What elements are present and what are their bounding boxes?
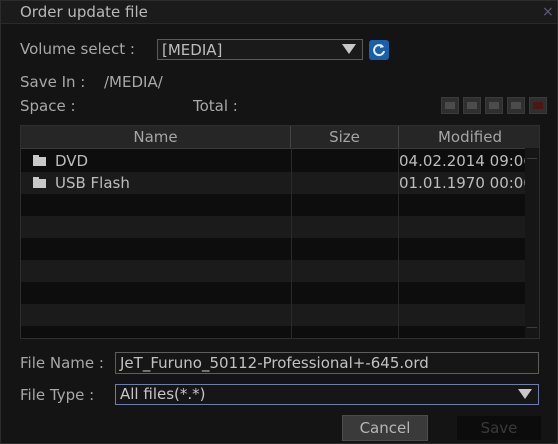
file-type-label: File Type : bbox=[20, 386, 95, 404]
dialog-title: Order update file bbox=[20, 3, 148, 21]
column-divider bbox=[398, 148, 399, 338]
volume-select-label: Volume select : bbox=[20, 40, 135, 58]
save-button[interactable]: Save bbox=[456, 415, 542, 441]
empty-row bbox=[21, 260, 526, 282]
rename-icon[interactable] bbox=[507, 97, 525, 114]
column-name[interactable]: Name bbox=[21, 126, 291, 148]
chevron-down-icon bbox=[518, 389, 532, 399]
file-list-header: Name Size Modified bbox=[21, 126, 539, 149]
file-list: Name Size Modified DVD 04.02.2014 09:06 … bbox=[20, 125, 540, 339]
empty-row bbox=[21, 238, 526, 260]
copy-folder-icon[interactable] bbox=[463, 97, 481, 114]
file-name-label: File Name : bbox=[20, 354, 104, 372]
file-type-dropdown[interactable]: All files(*.*) bbox=[115, 384, 539, 405]
title-bar: Order update file × bbox=[1, 1, 557, 24]
empty-row bbox=[21, 194, 526, 216]
folder-icon bbox=[33, 177, 46, 188]
folder-icon bbox=[33, 155, 46, 166]
vertical-scrollbar[interactable] bbox=[525, 148, 539, 338]
order-update-dialog: Order update file × Volume select : [MED… bbox=[0, 0, 558, 444]
cancel-button[interactable]: Cancel bbox=[342, 415, 428, 441]
list-item-modified: 04.02.2014 09:06 bbox=[399, 152, 533, 170]
column-modified[interactable]: Modified bbox=[399, 126, 539, 148]
column-divider bbox=[291, 148, 292, 338]
volume-select-value: [MEDIA] bbox=[162, 41, 223, 59]
volume-select-dropdown[interactable]: [MEDIA] bbox=[157, 39, 363, 60]
new-folder-icon[interactable] bbox=[441, 97, 459, 114]
empty-row bbox=[21, 216, 526, 238]
total-label: Total : bbox=[193, 97, 238, 115]
column-size[interactable]: Size bbox=[291, 126, 399, 148]
scroll-up-icon[interactable] bbox=[527, 150, 537, 159]
file-type-value: All files(*.*) bbox=[120, 385, 206, 403]
save-in-label: Save In : bbox=[20, 73, 86, 91]
chevron-down-icon bbox=[342, 44, 356, 54]
list-item-name: USB Flash bbox=[55, 174, 130, 192]
refresh-button[interactable] bbox=[369, 40, 389, 60]
list-item-modified: 01.01.1970 00:00 bbox=[399, 174, 533, 192]
list-item-usb-flash[interactable]: USB Flash 01.01.1970 00:00 bbox=[21, 172, 533, 194]
empty-row bbox=[21, 304, 526, 326]
save-in-path: /MEDIA/ bbox=[104, 73, 163, 91]
empty-row bbox=[21, 282, 526, 304]
move-folder-icon[interactable] bbox=[485, 97, 503, 114]
refresh-icon bbox=[373, 44, 385, 57]
list-item-name: DVD bbox=[55, 152, 89, 170]
space-label: Space : bbox=[20, 97, 76, 115]
file-name-field[interactable]: JeT_Furuno_50112-Professional+-645.ord bbox=[115, 352, 539, 374]
list-item-dvd[interactable]: DVD 04.02.2014 09:06 bbox=[21, 150, 533, 172]
delete-icon[interactable] bbox=[529, 97, 547, 114]
scroll-down-icon[interactable] bbox=[527, 327, 537, 336]
close-icon[interactable]: × bbox=[542, 4, 554, 20]
